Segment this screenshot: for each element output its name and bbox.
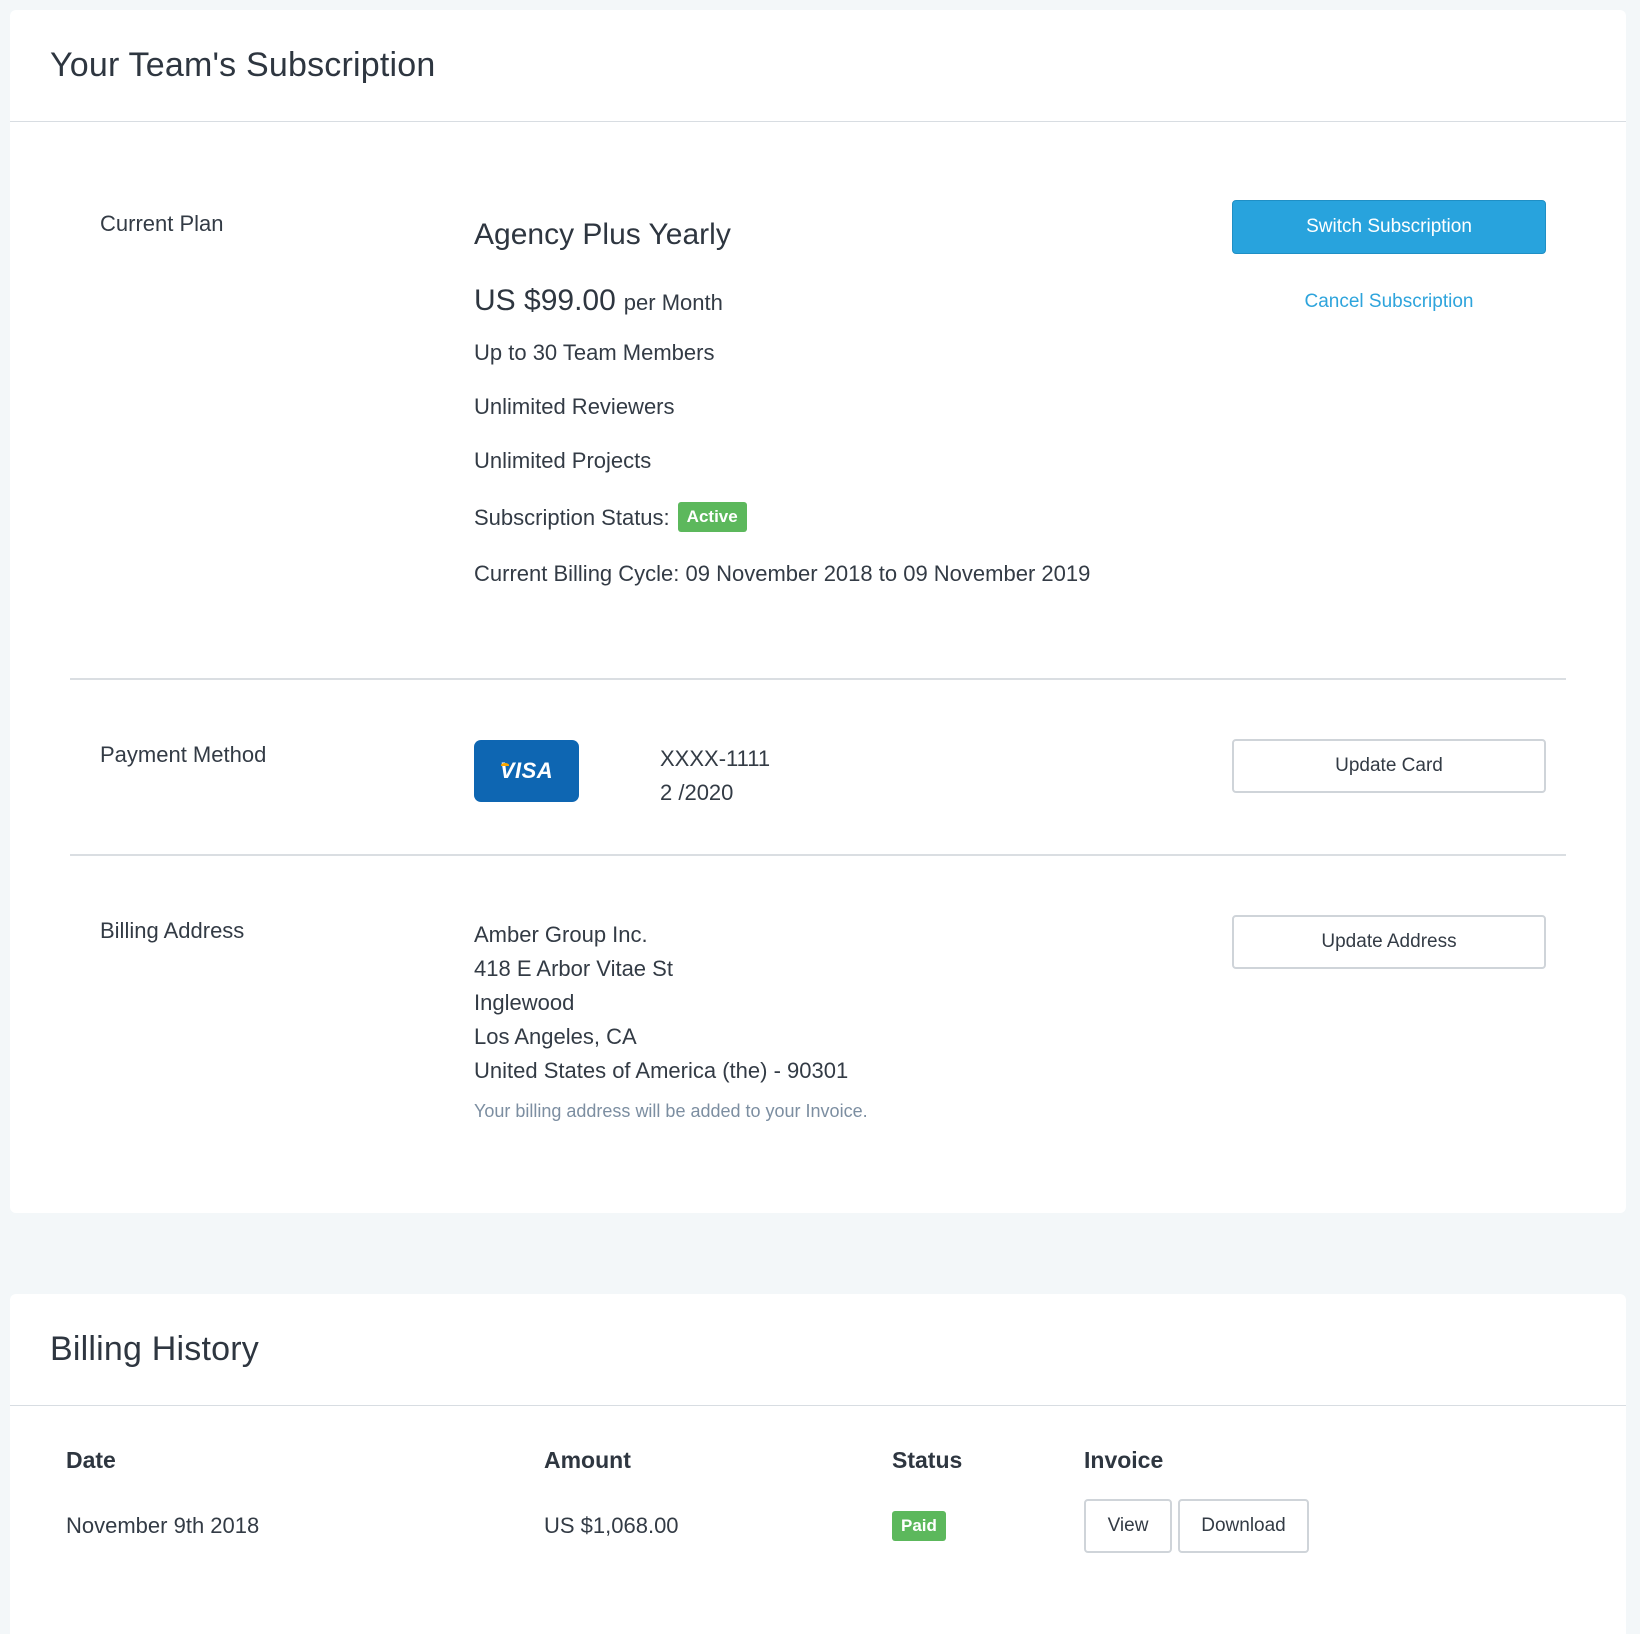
download-invoice-button[interactable]: Download [1178,1499,1309,1553]
column-header-status: Status [892,1446,963,1473]
address-line: Inglewood [474,990,575,1015]
billing-history-header: Billing History [10,1294,1626,1406]
visa-card-icon: VISA [474,740,579,802]
column-header-invoice: Invoice [1084,1446,1164,1473]
cancel-subscription-link[interactable]: Cancel Subscription [1232,291,1546,313]
status-badge: Active [677,502,747,532]
visa-flick-icon [501,763,509,767]
billing-history-title: Billing History [50,1330,259,1368]
address-line: Los Angeles, CA [474,1024,637,1049]
subscription-status-row: Subscription Status: Active [474,502,1090,532]
address-line: United States of America (the) - 90301 [474,1058,849,1083]
billing-history-card: Billing History Date Amount Status Invoi… [10,1294,1626,1634]
column-header-date: Date [66,1446,116,1473]
card-expiry: 2 /2020 [660,780,734,805]
payment-method-label: Payment Method [100,742,267,767]
billing-address-label: Billing Address [100,918,245,943]
paid-badge: Paid [892,1511,946,1541]
address-note: Your billing address will be added to yo… [474,1101,868,1121]
subscription-status-label: Subscription Status: [474,504,670,530]
current-plan-section: Current Plan Agency Plus Yearly US $99.0… [70,122,1566,680]
address-line: Amber Group Inc. [474,922,648,947]
page-title: Your Team's Subscription [50,46,436,84]
subscription-card: Your Team's Subscription Current Plan Ag… [10,10,1626,1213]
invoice-buttons: View Download [1084,1499,1484,1553]
column-header-amount: Amount [544,1446,631,1473]
plan-feature: Up to 30 Team Members [474,340,715,365]
plan-price: US $99.00 [474,284,616,317]
table-row: November 9th 2018 US $1,068.00 Paid View… [66,1480,1484,1572]
plan-period: per Month [623,290,723,315]
card-number: XXXX-1111 [660,746,771,771]
billing-address: Amber Group Inc. 418 E Arbor Vitae St In… [474,918,868,1128]
subscription-header: Your Team's Subscription [10,10,1626,122]
table-header-row: Date Amount Status Invoice [66,1440,1484,1480]
plan-name: Agency Plus Yearly [474,218,731,251]
plan-feature: Unlimited Projects [474,448,652,473]
billing-address-section: Billing Address Amber Group Inc. 418 E A… [70,856,1566,1211]
row-date: November 9th 2018 [66,1513,260,1538]
update-card-button[interactable]: Update Card [1232,739,1546,793]
plan-price-row: US $99.00 per Month [474,284,1090,318]
card-brand: VISA [499,758,554,783]
address-line: 418 E Arbor Vitae St [474,956,673,981]
plan-details: Agency Plus Yearly US $99.00 per Month U… [474,218,1090,615]
view-invoice-button[interactable]: View [1084,1499,1172,1553]
update-address-button[interactable]: Update Address [1232,915,1546,969]
card-info: XXXX-1111 2 /2020 [660,742,770,810]
payment-method-section: Payment Method VISA XXXX-1111 2 /2020 Up… [70,680,1566,856]
row-invoice: View Download [1084,1480,1484,1572]
billing-cycle: Current Billing Cycle: 09 November 2018 … [474,561,1091,586]
billing-history-table: Date Amount Status Invoice November 9th … [66,1440,1484,1572]
current-plan-label: Current Plan [100,211,224,236]
row-status: Paid [892,1480,1084,1572]
switch-subscription-button[interactable]: Switch Subscription [1232,200,1546,254]
plan-feature: Unlimited Reviewers [474,394,675,419]
row-amount: US $1,068.00 [544,1513,679,1538]
